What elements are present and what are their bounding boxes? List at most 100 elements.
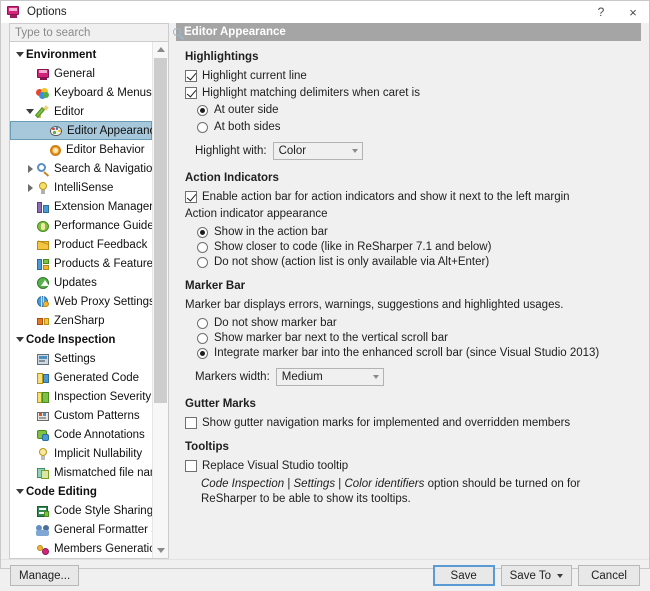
chevron-down-icon [351, 149, 358, 153]
checkbox-box[interactable] [185, 460, 197, 472]
tree-item-settings[interactable]: Settings [10, 349, 152, 368]
checkbox-box[interactable] [185, 70, 197, 82]
tree-item-extension-manager[interactable]: Extension Manager [10, 197, 152, 216]
zen-icon [36, 314, 51, 328]
section-marker-bar: Marker Bar Marker bar displays errors, w… [185, 280, 631, 386]
tree-item-label: Search & Navigation [54, 162, 152, 175]
tree-item-label: Inspection Severity [54, 390, 152, 403]
tree-item-code-annotations[interactable]: Code Annotations [10, 425, 152, 444]
checkbox-label: Highlight current line [202, 70, 307, 82]
save-to-button[interactable]: Save To [500, 565, 572, 586]
marker-bar-description: Marker bar displays errors, warnings, su… [185, 299, 564, 311]
tree-item-label: General [54, 67, 95, 80]
tree-item-label: Extension Manager [54, 200, 152, 213]
radio-show-closer-to-code[interactable]: Show closer to code (like in ReSharper 7… [197, 241, 631, 253]
sev-icon [36, 390, 51, 404]
tree-item-keyboard-menus[interactable]: Keyboard & Menus [10, 83, 152, 102]
prod-icon [36, 257, 51, 271]
tree-item-code-inspection[interactable]: Code Inspection [10, 330, 152, 349]
checkbox-box[interactable] [185, 417, 197, 429]
checkbox-highlight-matching-delimiters[interactable]: Highlight matching delimiters when caret… [185, 87, 631, 99]
radio-label: At both sides [214, 121, 281, 133]
radio-dot[interactable] [197, 104, 208, 116]
radio-dot[interactable] [197, 256, 208, 268]
update-icon [36, 276, 51, 290]
checkbox-show-gutter-marks[interactable]: Show gutter navigation marks for impleme… [185, 417, 631, 429]
tree-item-web-proxy-settings[interactable]: Web Proxy Settings [10, 292, 152, 311]
tree-item-label: Code Annotations [54, 428, 145, 441]
tree-item-product-feedback[interactable]: Product Feedback [10, 235, 152, 254]
radio-dot[interactable] [197, 241, 208, 253]
close-icon[interactable]: × [617, 1, 649, 23]
search-box[interactable] [9, 23, 185, 42]
radio-do-not-show-marker-bar[interactable]: Do not show marker bar [197, 317, 631, 329]
cancel-button[interactable]: Cancel [578, 565, 640, 586]
checkbox-enable-action-bar[interactable]: Enable action bar for action indicators … [185, 191, 631, 203]
tree-item-general[interactable]: General [10, 64, 152, 83]
tree-item-code-style-sharing[interactable]: Code Style Sharing [10, 501, 152, 520]
tree-item-custom-patterns[interactable]: Custom Patterns [10, 406, 152, 425]
tree-item-inspection-severity[interactable]: Inspection Severity [10, 387, 152, 406]
chevron-down-icon[interactable] [14, 52, 26, 57]
save-button[interactable]: Save [432, 565, 495, 586]
tree-item-intellisense[interactable]: IntelliSense [10, 178, 152, 197]
markers-width-dropdown[interactable]: Medium [275, 368, 384, 386]
chevron-down-icon[interactable] [14, 489, 26, 494]
checkbox-label: Highlight matching delimiters when caret… [202, 87, 420, 99]
checkbox-highlight-current-line[interactable]: Highlight current line [185, 70, 631, 82]
keyboard-icon [36, 86, 51, 100]
tree-item-editor-behavior[interactable]: Editor Behavior [10, 140, 152, 159]
tree-item-search-navigation[interactable]: Search & Navigation [10, 159, 152, 178]
tree-item-generated-code[interactable]: Generated Code [10, 368, 152, 387]
radio-integrate-marker-bar[interactable]: Integrate marker bar into the enhanced s… [197, 347, 631, 359]
null-icon [36, 447, 51, 461]
tree-item-zensharp[interactable]: ZenSharp [10, 311, 152, 330]
checkbox-label: Enable action bar for action indicators … [202, 191, 570, 203]
radio-do-not-show-action[interactable]: Do not show (action list is only availab… [197, 256, 631, 268]
tree-item-general-formatter-style[interactable]: General Formatter Style [10, 520, 152, 539]
tree-item-label: Products & Features [54, 257, 152, 270]
tree-item-editor[interactable]: Editor [10, 102, 152, 121]
tree-item-updates[interactable]: Updates [10, 273, 152, 292]
radio-dot[interactable] [197, 317, 208, 329]
checkbox-box[interactable] [185, 191, 197, 203]
radio-dot[interactable] [197, 226, 208, 238]
mail-icon [36, 238, 51, 252]
scroll-up-icon[interactable] [153, 42, 168, 57]
tree-item-products-features[interactable]: Products & Features [10, 254, 152, 273]
scrollbar-thumb[interactable] [154, 58, 167, 403]
tree-scrollbar[interactable] [152, 42, 168, 558]
radio-dot[interactable] [197, 347, 208, 359]
chevron-down-icon[interactable] [24, 109, 36, 114]
tree-item-mismatched-file-names[interactable]: Mismatched file names [10, 463, 152, 482]
tree-item-label: Editor [54, 105, 85, 118]
tree-item-editor-appearance[interactable]: Editor Appearance [10, 121, 152, 140]
highlight-with-dropdown[interactable]: Color [272, 142, 363, 160]
checkbox-box[interactable] [185, 87, 197, 99]
tree-item-implicit-nullability[interactable]: Implicit Nullability [10, 444, 152, 463]
radio-at-both-sides[interactable]: At both sides [197, 121, 631, 133]
radio-show-in-action-bar[interactable]: Show in the action bar [197, 226, 631, 238]
checkbox-replace-vs-tooltip[interactable]: Replace Visual Studio tooltip [185, 460, 631, 472]
radio-marker-bar-next-to-scroll[interactable]: Show marker bar next to the vertical scr… [197, 332, 631, 344]
search-icon [171, 25, 187, 41]
highlight-with-row: Highlight with: Color [195, 142, 631, 160]
tree-item-environment[interactable]: Environment [10, 45, 152, 64]
radio-label: Do not show (action list is only availab… [214, 256, 490, 268]
manage-button[interactable]: Manage... [10, 565, 80, 586]
scroll-down-icon[interactable] [153, 543, 168, 558]
radio-dot[interactable] [197, 332, 208, 344]
help-button[interactable]: ? [585, 1, 617, 23]
radio-dot[interactable] [197, 121, 208, 133]
chevron-down-icon[interactable] [14, 337, 26, 342]
tree-item-code-editing[interactable]: Code Editing [10, 482, 152, 501]
tree-item-label: Editor Appearance [67, 124, 152, 137]
radio-label: Show marker bar next to the vertical scr… [214, 332, 448, 344]
chevron-right-icon[interactable] [24, 165, 36, 173]
tree-item-label: Members Generation [54, 542, 152, 555]
radio-at-outer-side[interactable]: At outer side [197, 104, 631, 116]
chevron-right-icon[interactable] [24, 184, 36, 192]
tree-item-members-generation[interactable]: Members Generation [10, 539, 152, 558]
tree-item-performance-guide[interactable]: Performance Guide [10, 216, 152, 235]
search-input[interactable] [10, 23, 171, 42]
